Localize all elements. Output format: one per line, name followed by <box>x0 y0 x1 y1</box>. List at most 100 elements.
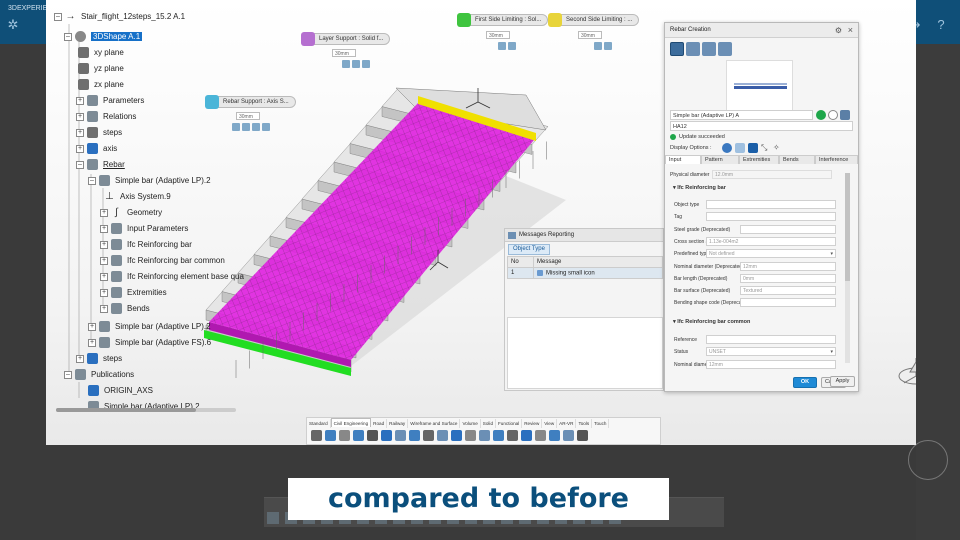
view-compass[interactable]: z x <box>894 350 916 400</box>
rebar-type-icons[interactable] <box>670 42 734 58</box>
section-ifc-reinforcing-bar[interactable]: ▾ Ifc Reinforcing bar <box>669 183 839 193</box>
expand-icon[interactable]: + <box>76 96 84 105</box>
3ds-compass-icon[interactable]: ✲ <box>4 16 22 34</box>
field-input[interactable]: Textured <box>740 286 836 296</box>
tree-item[interactable]: + Ifc Reinforcing element base qua <box>100 270 244 284</box>
gear-icon[interactable]: ⚙ <box>835 23 842 38</box>
action-tool-icon[interactable] <box>409 430 420 441</box>
second-side-mini-tools[interactable] <box>594 42 614 52</box>
expand-icon[interactable]: + <box>76 112 84 121</box>
tab-interference[interactable]: Interference <box>815 155 858 164</box>
tree-item[interactable]: + Bends <box>100 302 150 316</box>
action-tab[interactable]: View <box>542 419 558 428</box>
second-side-limiting-label[interactable]: Second Side Limiting : ... <box>548 13 640 27</box>
display-option-1-icon[interactable] <box>722 143 732 153</box>
tree-item[interactable]: + Simple bar (Adaptive LP).2 <box>88 320 211 334</box>
expand-icon[interactable]: + <box>88 322 96 331</box>
field-input[interactable] <box>740 298 836 308</box>
collapse-icon[interactable]: – <box>64 32 72 41</box>
action-tool-icon[interactable] <box>437 430 448 441</box>
action-tab[interactable]: Wireframe and Surface <box>408 419 461 428</box>
tree-item[interactable]: – 3DShape A.1 <box>64 30 143 44</box>
action-tool-icon[interactable] <box>339 430 350 441</box>
action-bar[interactable]: Standard Civil Engineering Road Railway Wire… <box>306 417 661 445</box>
col-no-header[interactable]: No <box>507 256 534 268</box>
action-tab[interactable]: Standard <box>307 419 331 428</box>
messages-header[interactable]: Messages Reporting <box>505 229 663 242</box>
apply-button[interactable]: Apply <box>830 376 855 387</box>
first-side-limiting-label[interactable]: First Side Limiting : Sol... <box>457 13 549 27</box>
tree-item[interactable]: + Ifc Reinforcing bar common <box>100 254 225 268</box>
action-tool-icon[interactable] <box>451 430 462 441</box>
expand-icon[interactable]: + <box>100 208 108 217</box>
action-tab[interactable]: Railway <box>387 419 409 428</box>
table-icon[interactable] <box>840 110 850 120</box>
field-input[interactable] <box>706 335 836 344</box>
action-tool-icon[interactable] <box>465 430 476 441</box>
tab-bends[interactable]: Bends <box>779 155 815 164</box>
tree-item[interactable]: ⊥ Axis System.9 <box>104 190 171 204</box>
action-tool-icon[interactable] <box>521 430 532 441</box>
tree-item[interactable]: + Extremities <box>100 286 167 300</box>
tree-item[interactable]: – Rebar <box>76 158 125 172</box>
ok-button[interactable]: OK <box>793 377 817 388</box>
action-tool-icon[interactable] <box>577 430 588 441</box>
action-tab[interactable]: Touch <box>592 419 610 428</box>
tree-item[interactable]: xy plane <box>78 46 124 60</box>
second-side-param[interactable]: 30mm <box>578 31 602 41</box>
3d-viewport[interactable]: Layer Support : Solid f... 30mm Rebar Su… <box>46 0 916 445</box>
tree-item[interactable]: + Input Parameters <box>100 222 188 236</box>
tree-item[interactable]: + Relations <box>76 110 136 124</box>
bent-bar-icon[interactable] <box>686 42 700 56</box>
action-tab[interactable]: Functional <box>496 419 523 428</box>
tab-extremities[interactable]: Extremities <box>739 155 779 164</box>
action-tab[interactable]: Tools <box>576 419 593 428</box>
action-tool-icon[interactable] <box>381 430 392 441</box>
expand-icon[interactable]: + <box>100 240 108 249</box>
action-tool-icon[interactable] <box>493 430 504 441</box>
action-tab[interactable]: Civil Engineering <box>330 418 372 427</box>
action-bar-icons[interactable] <box>311 430 591 441</box>
action-tab[interactable]: Volume <box>460 419 481 428</box>
messages-reporting-panel[interactable]: Messages Reporting Object Type No Messag… <box>504 228 664 391</box>
field-input[interactable]: 1.13e-004m2 <box>706 236 836 246</box>
info-icon[interactable] <box>828 110 838 120</box>
expand-icon[interactable]: + <box>88 338 96 347</box>
tree-item[interactable]: zx plane <box>78 78 124 92</box>
tree-item[interactable]: + steps <box>76 352 122 366</box>
field-input[interactable]: Not defined <box>706 249 836 259</box>
tab-input[interactable]: Input <box>665 155 701 164</box>
display-option-2-icon[interactable] <box>735 143 745 153</box>
action-tool-icon[interactable] <box>311 430 322 441</box>
tree-scrollbar-thumb[interactable] <box>56 408 196 412</box>
action-tool-icon[interactable] <box>549 430 560 441</box>
tree-item[interactable]: + Simple bar (Adaptive FS).6 <box>88 336 211 350</box>
expand-icon[interactable]: + <box>76 144 84 153</box>
action-tab[interactable]: Review <box>522 419 543 428</box>
action-tool-icon[interactable] <box>479 430 490 441</box>
action-bar-tabs[interactable]: Standard Civil Engineering Road Railway Wire… <box>307 418 610 428</box>
tree-item[interactable]: + ∫ Geometry <box>100 206 162 220</box>
tree-item[interactable]: – Simple bar (Adaptive LP).2 <box>88 174 211 188</box>
stirrup-icon[interactable] <box>702 42 716 56</box>
first-side-param[interactable]: 30mm <box>486 31 510 41</box>
section-ifc-reinforcing-bar-common[interactable]: ▾ Ifc Reinforcing bar common <box>669 317 839 327</box>
layer-offset-param[interactable]: 30mm <box>332 49 356 59</box>
layer-mini-tools[interactable] <box>342 60 372 70</box>
action-tab[interactable]: Solid <box>481 419 496 428</box>
close-icon[interactable]: × <box>848 23 853 38</box>
expand-icon[interactable]: + <box>100 272 108 281</box>
tab-pattern[interactable]: Pattern <box>701 155 739 164</box>
tool-icon[interactable]: ✧ <box>773 143 783 153</box>
action-tool-icon[interactable] <box>353 430 364 441</box>
field-input[interactable]: 0mm <box>740 273 836 283</box>
field-input[interactable] <box>706 212 836 222</box>
second-side-value[interactable]: 30mm <box>578 31 602 39</box>
field-input[interactable]: UNSET <box>706 347 836 357</box>
object-type-tab[interactable]: Object Type <box>508 244 550 255</box>
field-input[interactable]: 12mm <box>740 261 836 271</box>
expand-icon[interactable]: + <box>76 354 84 363</box>
action-tool-icon[interactable] <box>563 430 574 441</box>
bar-name-field[interactable]: Simple bar (Adaptive LP) A <box>670 110 813 120</box>
action-tool-icon[interactable] <box>325 430 336 441</box>
